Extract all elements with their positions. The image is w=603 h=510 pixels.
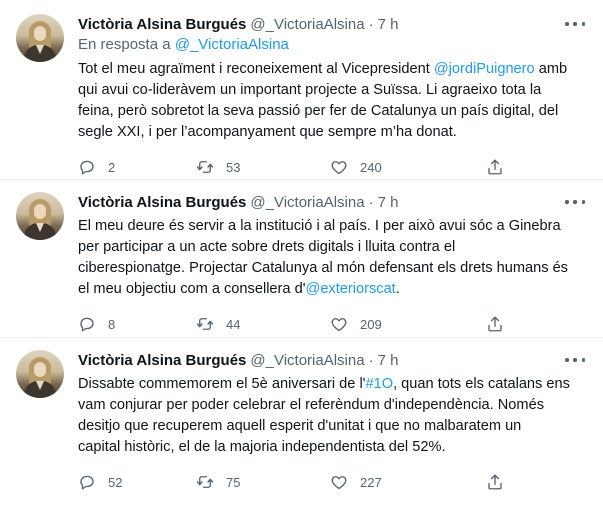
retweet-arrows-icon [196,315,214,333]
tweet-text-line: qui avui co-lideràvem un important proje… [78,80,593,101]
tweet-actions: 8 44 209 [78,314,538,334]
tweet-link[interactable]: @jordiPuignero [434,61,535,77]
share-button[interactable] [486,157,504,177]
retweet-button[interactable]: 75 [196,472,240,492]
heart-icon [330,315,348,333]
share-button[interactable] [486,472,504,492]
tweet-text-segment: , quan tots els catalans ens [393,376,570,392]
tweet-1[interactable]: Victòria Alsina Burgués @_VictoriaAlsina ·… [0,14,603,177]
tweet-time[interactable]: 7 h [378,194,399,211]
tweet-time[interactable]: 7 h [378,352,399,369]
tweet-text-line: vam conjurar per poder celebrar el refer… [78,395,593,416]
reply-button[interactable]: 2 [78,157,115,177]
like-button[interactable]: 240 [330,157,382,177]
tweet-text: El meu deure és servir a la institució i… [78,216,593,300]
retweet-button[interactable]: 53 [196,157,240,177]
tweet-text-segment: . [395,281,400,297]
more-dots-icon[interactable] [565,16,585,32]
reply-button[interactable]: 52 [78,472,122,492]
like-count: 240 [360,159,382,175]
tweet-text-segment: feina, però sobretot la seva passió per … [78,103,559,119]
separator-dot: · [368,351,374,369]
tweet-text-segment: Tot el meu agraïment i reconeixement al … [78,61,434,77]
like-count: 227 [360,474,382,490]
tweet-2[interactable]: Victòria Alsina Burgués @_VictoriaAlsina ·… [0,192,603,352]
like-button[interactable]: 209 [330,314,382,334]
like-button[interactable]: 227 [330,472,382,492]
heart-icon [330,473,348,491]
reply-prefix: En resposta a [78,36,175,53]
retweet-count: 44 [226,316,241,332]
reply-count: 52 [108,474,123,490]
tweet-text: Tot el meu agraïment i reconeixement al … [78,59,593,143]
tweet-text-line: feina, però sobretot la seva passió per … [78,101,593,122]
tweet-text-segment: per participar a un acte sobre drets dig… [78,239,456,255]
tweet-text-segment: qui avui co-lideràvem un important proje… [78,82,542,98]
speech-bubble-icon [78,158,96,176]
author-handle[interactable]: @_VictoriaAlsina [250,352,364,369]
author-name[interactable]: Victòria Alsina Burgués [78,352,246,369]
tweet-text: Dissabte commemorem el 5è aniversari de … [78,374,593,458]
tweet-text-line: capital històric, el de la majoria indep… [78,437,593,458]
share-button[interactable] [486,314,504,334]
reply-context: En resposta a @_VictoriaAlsina [78,36,289,53]
tweet-header: Victòria Alsina Burgués @_VictoriaAlsina ·… [78,192,398,212]
separator-dot: · [368,193,374,211]
tweet-text-line: ciberespionatge. Projectar Catalunya al … [78,258,593,279]
tweet-header: Victòria Alsina Burgués @_VictoriaAlsina ·… [78,350,398,370]
tweet-text-segment: vam conjurar per poder celebrar el refer… [78,397,544,413]
tweet-text-line: Tot el meu agraïment i reconeixement al … [78,59,593,80]
retweet-count: 53 [226,159,241,175]
tweet-time[interactable]: 7 h [378,16,399,33]
speech-bubble-icon [78,315,96,333]
tweet-text-segment: El meu deure és servir a la institució i… [78,218,561,234]
retweet-arrows-icon [196,158,214,176]
author-handle[interactable]: @_VictoriaAlsina [250,16,364,33]
tweet-text-line: per participar a un acte sobre drets dig… [78,237,593,258]
author-name[interactable]: Victòria Alsina Burgués [78,16,246,33]
tweet-text-line: segle XXI, i per l’acompanyament que sem… [78,122,593,143]
retweet-button[interactable]: 44 [196,314,240,334]
share-upload-icon [486,158,504,176]
reply-count: 8 [108,316,116,332]
avatar[interactable] [16,192,64,240]
reply-handle-link[interactable]: @_VictoriaAlsina [175,36,289,53]
tweet-link[interactable]: @exteriorscat [306,281,396,297]
author-name[interactable]: Victòria Alsina Burgués [78,194,246,211]
tweet-text-line: el meu objectiu com a consellera d'@exte… [78,279,593,300]
tweet-text-segment: capital històric, el de la majoria indep… [78,439,446,455]
separator-dot: · [368,15,374,33]
more-dots-icon[interactable] [565,352,585,368]
retweet-arrows-icon [196,473,214,491]
heart-icon [330,158,348,176]
share-upload-icon [486,315,504,333]
reply-button[interactable]: 8 [78,314,115,334]
avatar[interactable] [16,350,64,398]
tweet-text-segment: segle XXI, i per l’acompanyament que sem… [78,124,457,140]
tweet-header: Victòria Alsina Burgués @_VictoriaAlsina ·… [78,14,398,34]
tweet-text-line: desitjo que recuperem aquell esperit d'u… [78,416,593,437]
avatar[interactable] [16,14,64,62]
tweet-text-segment: desitjo que recuperem aquell esperit d'u… [78,418,522,434]
author-handle[interactable]: @_VictoriaAlsina [250,194,364,211]
tweet-text-line: Dissabte commemorem el 5è aniversari de … [78,374,593,395]
tweet-text-line: El meu deure és servir a la institució i… [78,216,593,237]
tweet-text-segment: ciberespionatge. Projectar Catalunya al … [78,260,568,276]
speech-bubble-icon [78,473,96,491]
more-dots-icon[interactable] [565,194,585,210]
tweet-text-segment: Dissabte commemorem el 5è aniversari de … [78,376,366,392]
reply-count: 2 [108,159,116,175]
retweet-count: 75 [226,474,241,490]
tweet-text-segment: el meu objectiu com a consellera d' [78,281,306,297]
like-count: 209 [360,316,382,332]
tweet-3[interactable]: Victòria Alsina Burgués @_VictoriaAlsina ·… [0,350,603,510]
tweet-actions: 2 53 240 [78,157,538,177]
tweet-divider [0,179,603,180]
tweet-text-segment: amb [534,61,568,77]
share-upload-icon [486,473,504,491]
tweet-actions: 52 75 227 [78,472,538,492]
tweet-link[interactable]: #1O [365,376,393,392]
